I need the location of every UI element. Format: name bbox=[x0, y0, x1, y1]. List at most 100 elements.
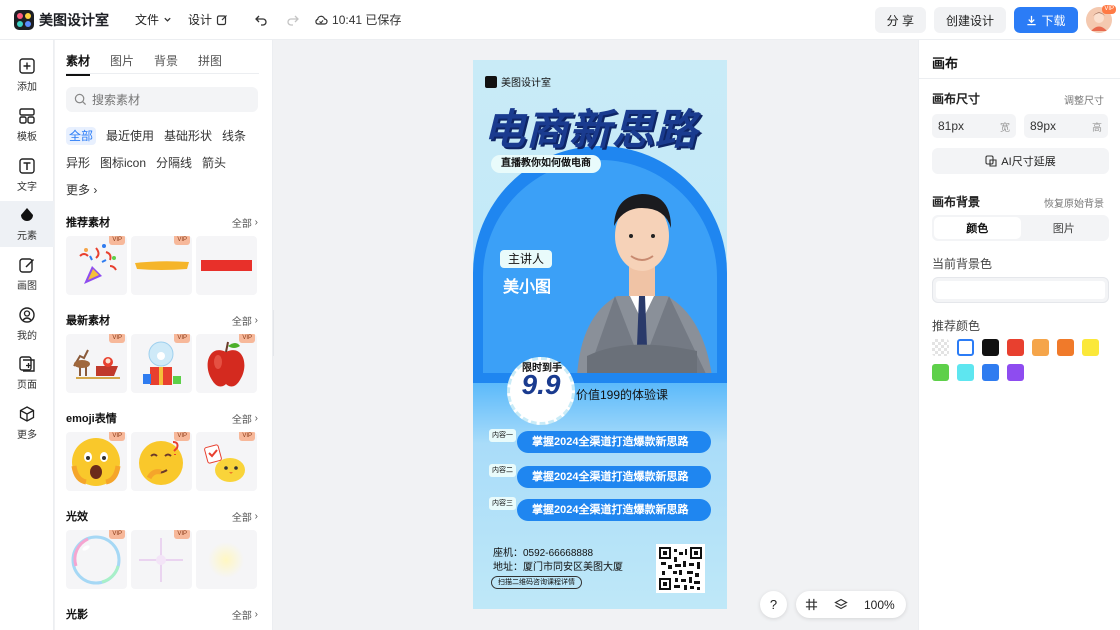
rail-label: 文字 bbox=[17, 182, 37, 193]
vip-tag: VIP bbox=[174, 530, 190, 539]
bg-type-color[interactable]: 颜色 bbox=[934, 217, 1021, 239]
section-title: 光效 bbox=[66, 511, 88, 523]
filter-lines[interactable]: 线条 bbox=[222, 127, 246, 145]
material-item-red-bar[interactable] bbox=[196, 236, 257, 295]
zoom-level[interactable]: 100% bbox=[864, 598, 895, 612]
filter-irregular[interactable]: 异形 bbox=[66, 154, 90, 172]
color-swatch[interactable] bbox=[932, 339, 949, 356]
content-row[interactable]: 内容二 掌握2024全渠道打造爆款新思路 bbox=[489, 464, 711, 488]
color-swatch[interactable] bbox=[1007, 364, 1024, 381]
filter-icons[interactable]: 图标icon bbox=[100, 154, 146, 172]
rail-item-elements[interactable]: 元素 bbox=[0, 201, 54, 247]
color-swatch[interactable] bbox=[1057, 339, 1074, 356]
avatar[interactable]: VIP bbox=[1086, 5, 1116, 33]
filter-arrows[interactable]: 箭头 bbox=[202, 154, 226, 172]
material-item-sparkle[interactable]: VIP bbox=[131, 530, 192, 589]
help-button[interactable]: ? bbox=[760, 591, 787, 618]
color-swatch[interactable] bbox=[932, 364, 949, 381]
rail-item-add[interactable]: 添加 bbox=[0, 52, 54, 98]
view-all-link[interactable]: 全部 › bbox=[232, 215, 258, 230]
rail-item-text[interactable]: 文字 bbox=[0, 152, 54, 198]
filter-recent[interactable]: 最近使用 bbox=[106, 127, 154, 145]
material-item-santa-sleigh[interactable]: VIP bbox=[66, 334, 127, 393]
qr-code-image bbox=[659, 547, 702, 590]
avatar-vip-badge: VIP bbox=[1102, 5, 1116, 14]
poster-qr-hint[interactable]: 扫描二维码咨询课程详情 bbox=[491, 576, 582, 589]
rail-item-more[interactable]: 更多 bbox=[0, 400, 54, 446]
file-menu[interactable]: 文件 bbox=[135, 11, 172, 28]
current-bg-color[interactable] bbox=[932, 277, 1109, 303]
restore-bg-link[interactable]: 恢复原始背景 bbox=[1044, 195, 1104, 210]
download-button[interactable]: 下载 bbox=[1014, 7, 1078, 33]
material-item-chick[interactable]: VIP bbox=[196, 432, 257, 491]
rail-item-template[interactable]: 模板 bbox=[0, 102, 54, 148]
poster-subtitle[interactable]: 直播教你如何做电商 bbox=[491, 155, 601, 173]
ai-extend-button[interactable]: AI尺寸延展 bbox=[932, 148, 1109, 174]
color-swatch[interactable] bbox=[1082, 339, 1099, 356]
color-swatch[interactable] bbox=[1032, 339, 1049, 356]
color-swatch[interactable] bbox=[1007, 339, 1024, 356]
rail-item-page[interactable]: 页面 bbox=[0, 350, 54, 396]
poster-brand[interactable]: 美图设计室 bbox=[485, 74, 551, 89]
filter-more[interactable]: 更多 › bbox=[66, 181, 97, 199]
search-box[interactable] bbox=[66, 87, 258, 112]
app-logo[interactable]: 美图设计室 bbox=[14, 0, 109, 40]
current-bg-label: 当前背景色 bbox=[932, 257, 993, 271]
section-recommended: 推荐素材 全部 › VIP VIP bbox=[66, 214, 258, 295]
filter-all[interactable]: 全部 bbox=[66, 127, 97, 145]
canvas-area[interactable]: 美图设计室 电商新思路 直播教你如何做电商 主讲人 美小图 限时到手 9.9 价… bbox=[274, 40, 918, 630]
material-item-rainbow-bubble[interactable]: VIP bbox=[66, 530, 127, 589]
design-menu[interactable]: 设计 bbox=[188, 11, 228, 28]
view-all-link[interactable]: 全部 › bbox=[232, 411, 258, 426]
color-swatch[interactable] bbox=[982, 339, 999, 356]
content-row-text: 掌握2024全渠道打造爆款新思路 bbox=[517, 466, 711, 488]
material-item-glow[interactable] bbox=[196, 530, 257, 589]
view-all-label: 全部 bbox=[231, 316, 252, 328]
view-all-label: 全部 bbox=[231, 414, 252, 426]
filter-basic-shapes[interactable]: 基础形状 bbox=[164, 127, 212, 145]
content-row-label: 内容一 bbox=[489, 429, 516, 442]
cube-icon bbox=[19, 406, 35, 422]
poster-canvas[interactable]: 美图设计室 电商新思路 直播教你如何做电商 主讲人 美小图 限时到手 9.9 价… bbox=[473, 60, 727, 609]
material-item-thinking-face[interactable]: VIP bbox=[131, 432, 192, 491]
qr-code[interactable] bbox=[656, 544, 705, 593]
filter-dividers[interactable]: 分隔线 bbox=[156, 154, 192, 172]
speaker-photo[interactable] bbox=[567, 146, 717, 376]
search-input[interactable] bbox=[92, 92, 242, 107]
material-item-brush-stroke[interactable]: VIP bbox=[131, 236, 192, 295]
grid-icon[interactable] bbox=[805, 598, 818, 611]
rail-item-mine[interactable]: 我的 bbox=[0, 301, 54, 347]
layers-icon[interactable] bbox=[834, 598, 848, 612]
content-row[interactable]: 内容一 掌握2024全渠道打造爆款新思路 bbox=[489, 429, 711, 453]
height-field[interactable]: 89px 高 bbox=[1024, 114, 1108, 138]
rail-item-draw[interactable]: 画图 bbox=[0, 251, 54, 297]
redo-icon[interactable] bbox=[286, 13, 300, 27]
vip-tag: VIP bbox=[174, 236, 190, 245]
height-unit: 高 bbox=[1092, 122, 1102, 134]
view-all-link[interactable]: 全部 › bbox=[232, 313, 258, 328]
section-light-shadow: 光影 全部 › bbox=[66, 606, 258, 622]
view-all-link[interactable]: 全部 › bbox=[232, 509, 258, 524]
bg-type-image[interactable]: 图片 bbox=[1021, 217, 1108, 239]
material-item-red-apple[interactable]: VIP bbox=[196, 334, 257, 393]
user-icon bbox=[19, 307, 35, 323]
vip-tag: VIP bbox=[174, 432, 190, 441]
poster-speaker-name[interactable]: 美小图 bbox=[503, 273, 551, 297]
poster-contact[interactable]: 座机：0592-66668888 地址：厦门市同安区美图大厦 bbox=[493, 547, 623, 575]
create-design-button[interactable]: 创建设计 bbox=[933, 7, 1006, 33]
content-row[interactable]: 内容三 掌握2024全渠道打造爆款新思路 bbox=[489, 497, 711, 521]
adjust-size-link[interactable]: 调整尺寸 bbox=[1064, 92, 1104, 107]
material-item-scared-face[interactable]: VIP bbox=[66, 432, 127, 491]
material-item-snow-globe[interactable]: VIP bbox=[131, 334, 192, 393]
color-swatch[interactable] bbox=[957, 364, 974, 381]
material-item-party-popper[interactable]: VIP bbox=[66, 236, 127, 295]
poster-price-text[interactable]: 价值199的体验课 bbox=[576, 386, 668, 403]
view-all-link[interactable]: 全部 › bbox=[232, 607, 258, 622]
share-button[interactable]: 分 享 bbox=[874, 7, 926, 33]
width-field[interactable]: 81px 宽 bbox=[932, 114, 1016, 138]
color-swatch[interactable] bbox=[982, 364, 999, 381]
undo-icon[interactable] bbox=[254, 13, 268, 27]
template-grid-icon bbox=[19, 108, 35, 124]
color-swatch[interactable] bbox=[957, 339, 974, 356]
poster-speaker-tag[interactable]: 主讲人 bbox=[500, 250, 553, 268]
